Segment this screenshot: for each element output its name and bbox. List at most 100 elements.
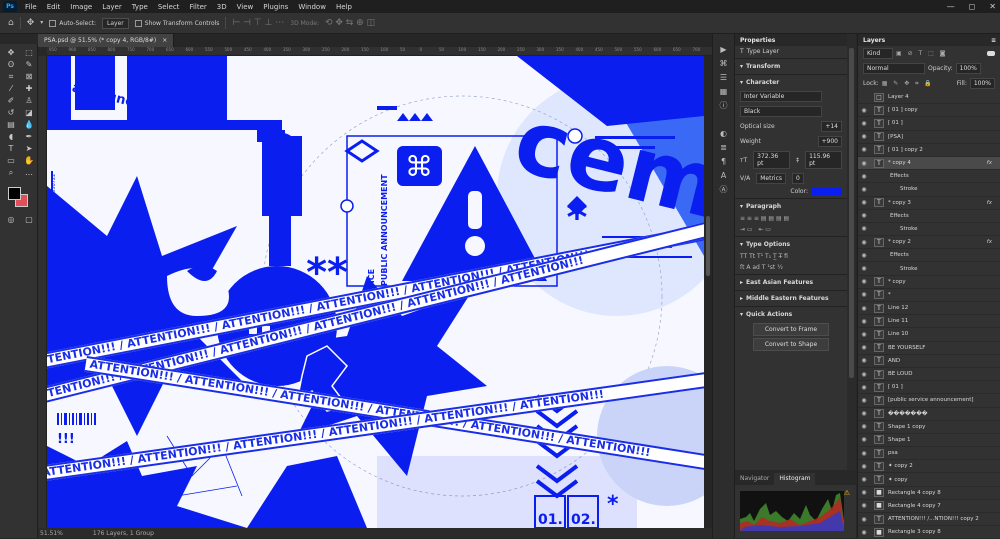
optical-size-value[interactable]: +14 [821,121,842,132]
layer-row[interactable]: ◉ T ✦ copy 2 [858,460,1000,474]
visibility-eye-icon[interactable]: ◉ [858,225,870,232]
visibility-eye-icon[interactable]: ◉ [858,529,870,536]
type-options-section[interactable]: Type Options [746,241,790,248]
filter-toggle[interactable] [987,51,995,56]
chevron-down-icon[interactable]: ▾ [740,241,743,248]
layer-row[interactable]: ◉ T * copy 3 fx [858,197,1000,210]
layer-row[interactable]: ◉ T * copy [858,276,1000,289]
move-tool-icon[interactable]: ✥ [27,18,35,28]
blend-mode-select[interactable]: Normal [863,63,925,74]
effects-icon[interactable]: fx [987,239,992,245]
hand-tool-icon[interactable]: ✋ [21,155,37,166]
layer-row[interactable]: ◉ Stroke [858,183,1000,197]
quick-select-tool-icon[interactable]: ✎ [21,59,37,70]
visibility-eye-icon[interactable]: ◉ [858,120,870,127]
visibility-eye-icon[interactable]: ◉ [858,476,870,483]
visibility-eye-icon[interactable]: ◉ [858,107,870,114]
canvas[interactable]: ⌘ * ** !!! 0000FF 2050722 cement ce anno… [47,56,704,528]
layer-row[interactable]: ◉ T Line 12 [858,302,1000,316]
shape-tool-icon[interactable]: ▭ [3,155,19,166]
visibility-eye-icon[interactable]: ◉ [858,489,870,496]
layer-filter-select[interactable]: Kind [863,48,893,59]
zoom-level[interactable]: 51.51% [40,530,63,537]
fill-input[interactable]: 100% [969,78,995,89]
visibility-eye-icon[interactable]: ◉ [858,331,870,338]
layer-row[interactable]: ◉ T ✦ copy [858,473,1000,487]
lock-icons[interactable]: ▦ ✎ ✥ ⌗ 🔒 [882,80,934,88]
foreground-color-swatch[interactable] [8,187,21,200]
font-size-input[interactable]: 372.36 pt [753,151,791,169]
menu-type[interactable]: Type [127,3,153,11]
swatches-icon[interactable]: ▦ [713,84,734,98]
layer-row[interactable]: ◉ T Shape 1 [858,434,1000,448]
close-tab-icon[interactable]: × [162,37,167,44]
brush-tool-icon[interactable]: ✐ [3,95,19,106]
history-icon[interactable]: ☰ [713,70,734,84]
chevron-right-icon[interactable]: ▸ [740,295,743,302]
restore-button[interactable]: ◻ [969,2,976,11]
layer-row[interactable]: ◉ T [ 01 ] [858,381,1000,395]
visibility-eye-icon[interactable]: ◉ [858,199,870,206]
stamp-tool-icon[interactable]: ♙ [21,95,37,106]
lasso-tool-icon[interactable]: ʘ [3,59,19,70]
actions-icon[interactable]: ⌘ [713,56,734,70]
leading-input[interactable]: 115.96 pt [805,151,842,169]
visibility-eye-icon[interactable]: ◉ [858,305,870,312]
close-window-button[interactable]: ✕ [989,2,996,11]
chevron-down-icon[interactable]: ▾ [740,63,743,70]
layer-row[interactable]: ◉ T [ 01 ] [858,117,1000,131]
visibility-eye-icon[interactable]: ◉ [858,173,870,180]
middle-eastern-section[interactable]: Middle Eastern Features [746,295,829,302]
layer-row[interactable]: ◉ T Shape 1 copy [858,421,1000,434]
visibility-eye-icon[interactable]: ◉ [858,410,870,417]
path-select-icon[interactable]: ➤ [21,143,37,154]
visibility-eye-icon[interactable]: ◉ [858,384,870,391]
pen-tool-icon[interactable]: ✒ [21,131,37,142]
menu-image[interactable]: Image [65,3,97,11]
menu-plugins[interactable]: Plugins [258,3,293,11]
auto-select-dropdown[interactable]: Layer [102,17,129,29]
layer-row[interactable]: ◉ T ATTENTION!!! /...NTION!!! copy 2 [858,513,1000,527]
quick-actions-section[interactable]: Quick Actions [746,311,792,318]
layer-row[interactable]: ◉ T * copy 2 fx [858,236,1000,250]
play-icon[interactable]: ▶ [713,42,734,56]
convert-to-shape-button[interactable]: Convert to Shape [753,338,829,351]
text-color-swatch[interactable] [812,188,842,195]
marquee-tool-icon[interactable]: ⬚ [21,47,37,58]
effects-icon[interactable]: fx [987,160,992,166]
visibility-eye-icon[interactable]: ◉ [858,397,870,404]
visibility-eye-icon[interactable]: ◉ [858,436,870,443]
font-family-select[interactable]: Inter Variable [740,91,822,102]
type-option-buttons[interactable]: TT Tt T¹ T₁ T̲ T̶ fi [735,251,847,262]
layer-row[interactable]: ◉ Stroke [858,223,1000,237]
visibility-eye-icon[interactable]: ◉ [858,239,870,246]
weight-value[interactable]: +900 [817,136,842,147]
layer-row[interactable]: ◉ ■ Rectangle 4 copy 8 [858,487,1000,500]
convert-to-frame-button[interactable]: Convert to Frame [753,323,829,336]
opacity-input[interactable]: 100% [955,63,981,74]
gradient-tool-icon[interactable]: ▤ [3,119,19,130]
visibility-eye-icon[interactable]: ◉ [858,344,870,351]
healing-brush-icon[interactable]: ✚ [21,83,37,94]
layer-row[interactable]: ◉ T AND [858,355,1000,368]
menu-help[interactable]: Help [331,3,357,11]
histogram-tab[interactable]: Histogram [774,473,816,485]
scroll-thumb[interactable] [849,48,854,378]
dodge-tool-icon[interactable]: ◖ [3,131,19,142]
visibility-eye-icon[interactable]: ◉ [858,318,870,325]
auto-select-checkbox[interactable]: Auto-Select: [49,19,96,27]
layers-title[interactable]: Layers [863,37,885,44]
chevron-down-icon[interactable]: ▾ [740,79,743,86]
menu-window[interactable]: Window [293,3,331,11]
visibility-eye-icon[interactable]: ◉ [858,371,870,378]
menu-select[interactable]: Select [153,3,185,11]
layer-row[interactable]: ◉ T [public service announcement] [858,394,1000,408]
menu-file[interactable]: File [20,3,42,11]
opentype-buttons[interactable]: ſt A ad T ¹st ½ [735,262,847,273]
layer-row[interactable]: ◉ Tpsa [858,447,1000,461]
visibility-eye-icon[interactable]: ◉ [858,463,870,470]
font-style-select[interactable]: Black [740,106,822,117]
layer-row[interactable]: ◉ T BE YOURSELF [858,342,1000,355]
history-brush-icon[interactable]: ↺ [3,107,19,118]
filter-icons[interactable]: ▣ ⊘ T ⬚ ◙ [896,50,947,57]
